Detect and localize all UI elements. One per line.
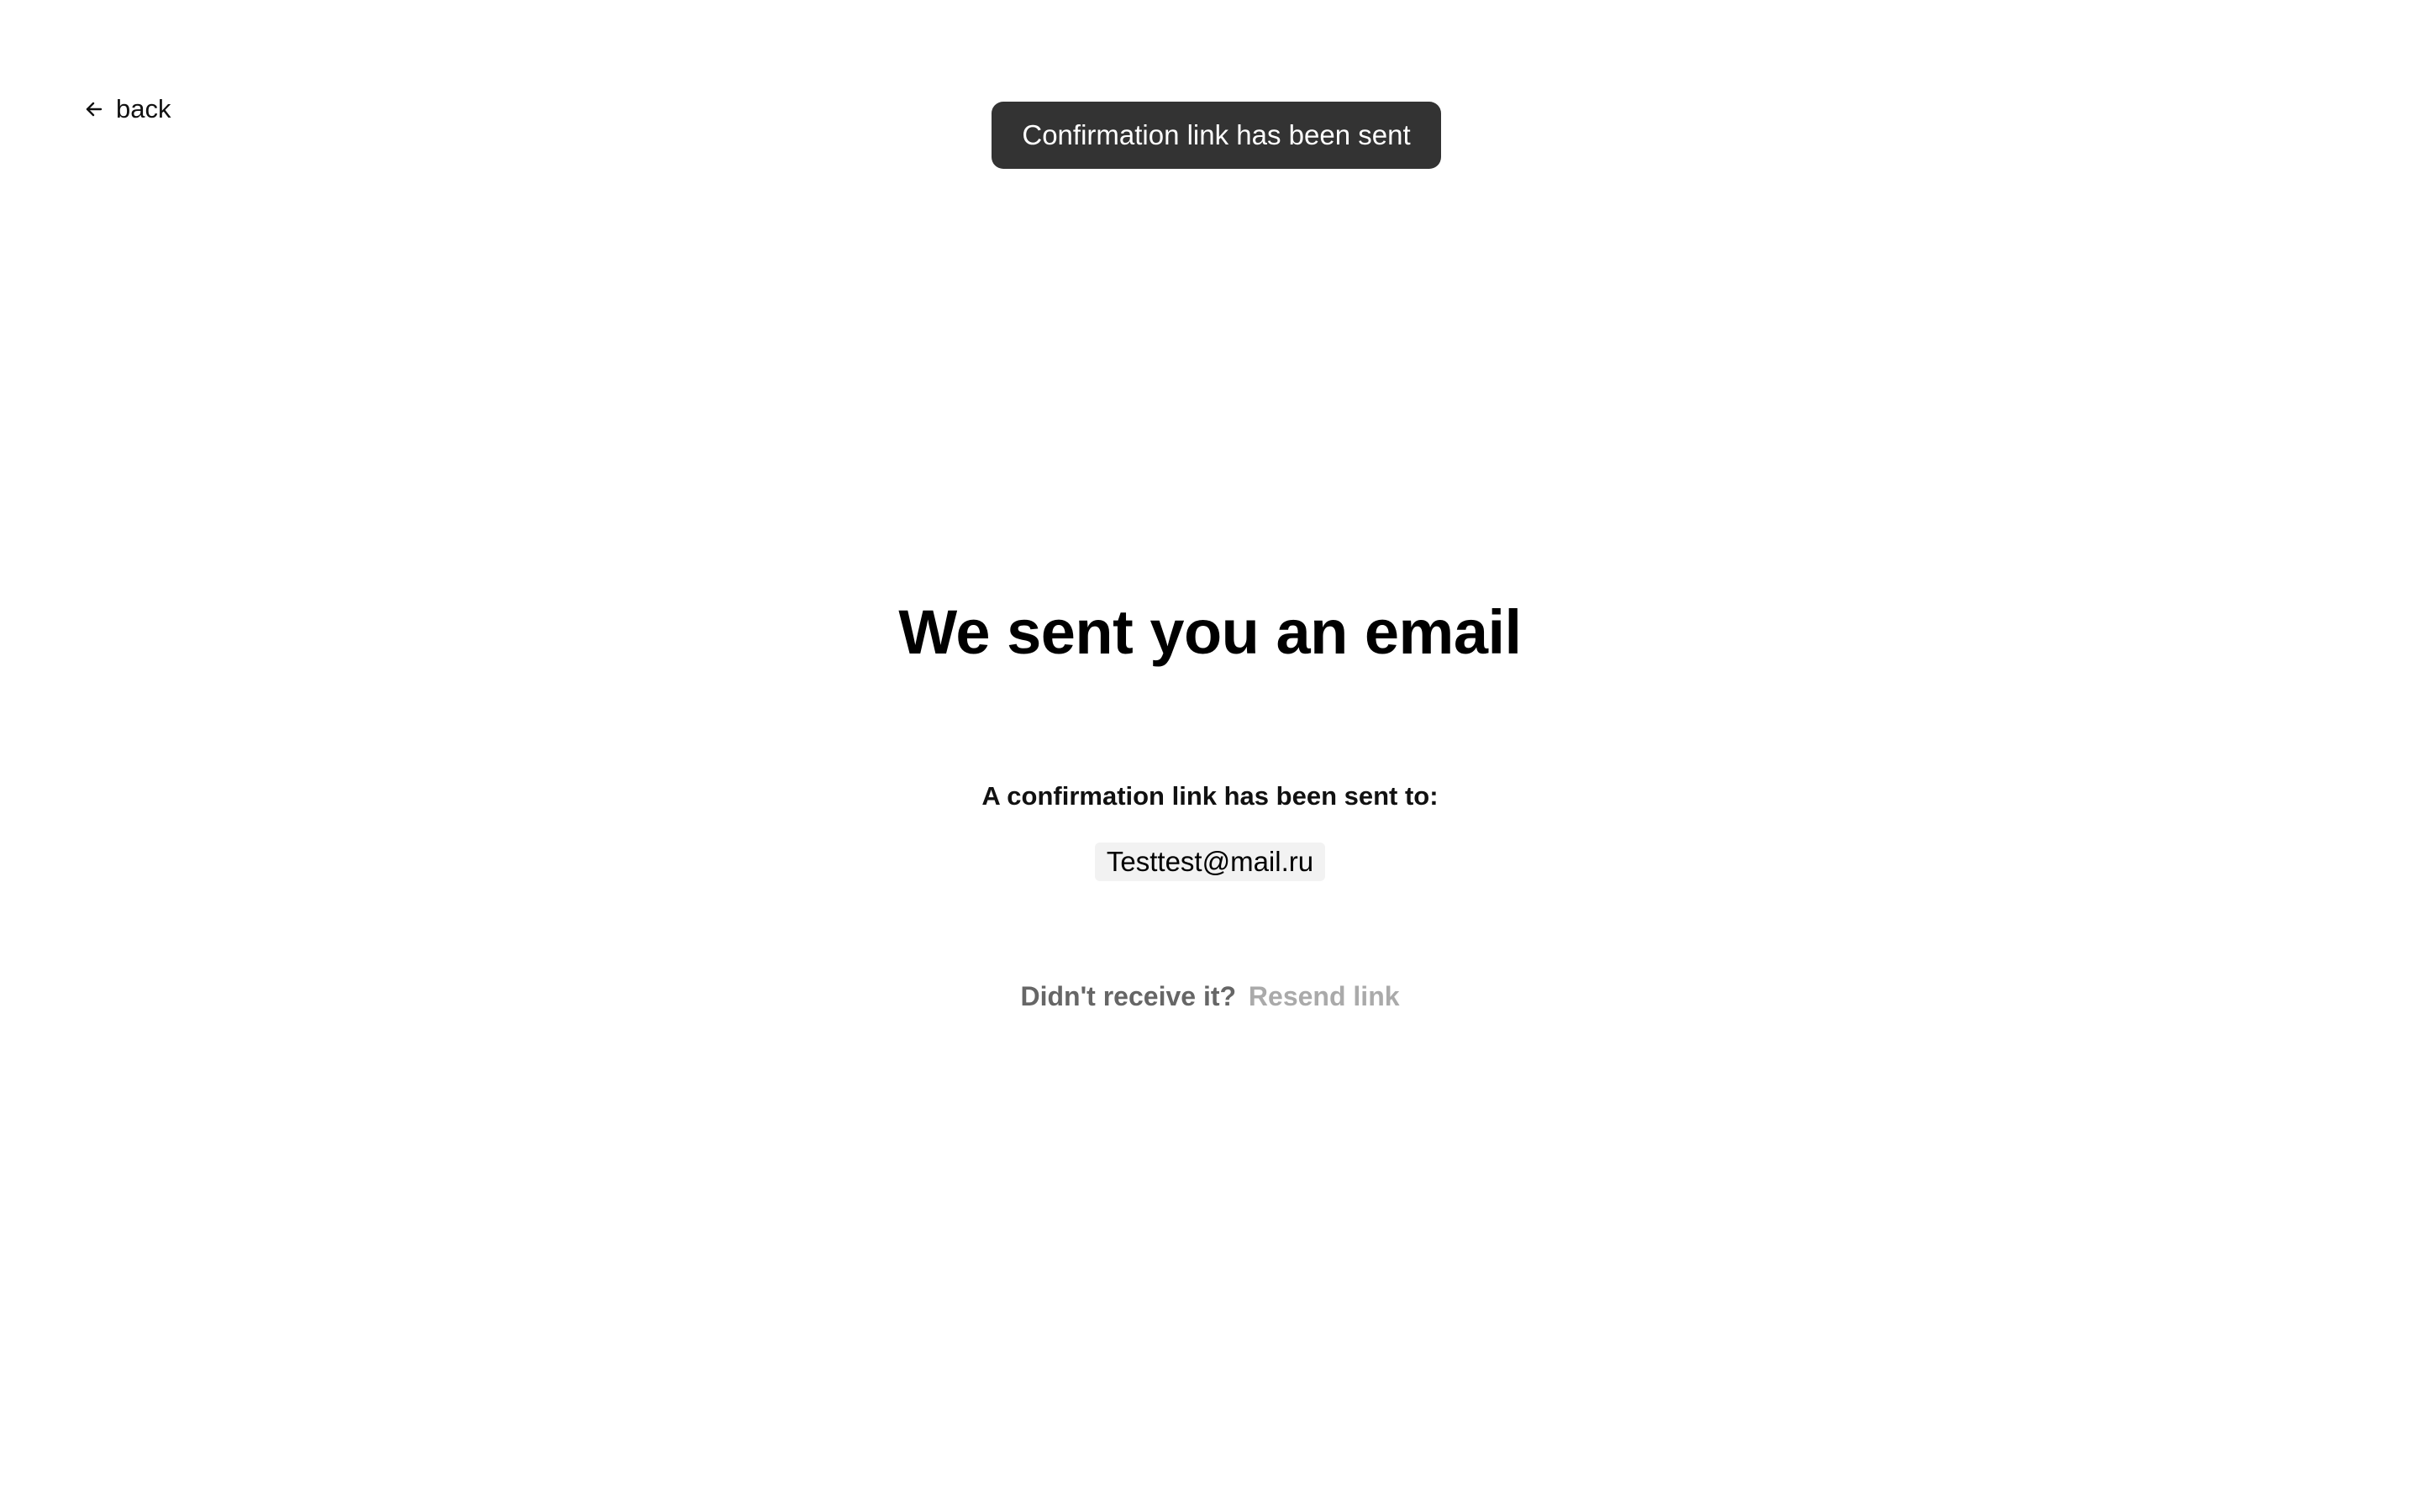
email-address: Testtest@mail.ru: [1094, 843, 1326, 881]
resend-prompt: Didn't receive it?: [1020, 981, 1237, 1011]
email-row: Testtest@mail.ru: [0, 843, 2420, 881]
resend-row: Didn't receive it? Resend link: [0, 981, 2420, 1012]
confirmation-page: back Confirmation link has been sent We …: [0, 0, 2420, 1512]
page-title: We sent you an email: [898, 597, 1522, 667]
resend-link[interactable]: Resend link: [1249, 981, 1400, 1011]
confirmation-subtitle: A confirmation link has been sent to:: [981, 781, 1439, 811]
main-content: We sent you an email A confirmation link…: [0, 0, 2420, 1512]
